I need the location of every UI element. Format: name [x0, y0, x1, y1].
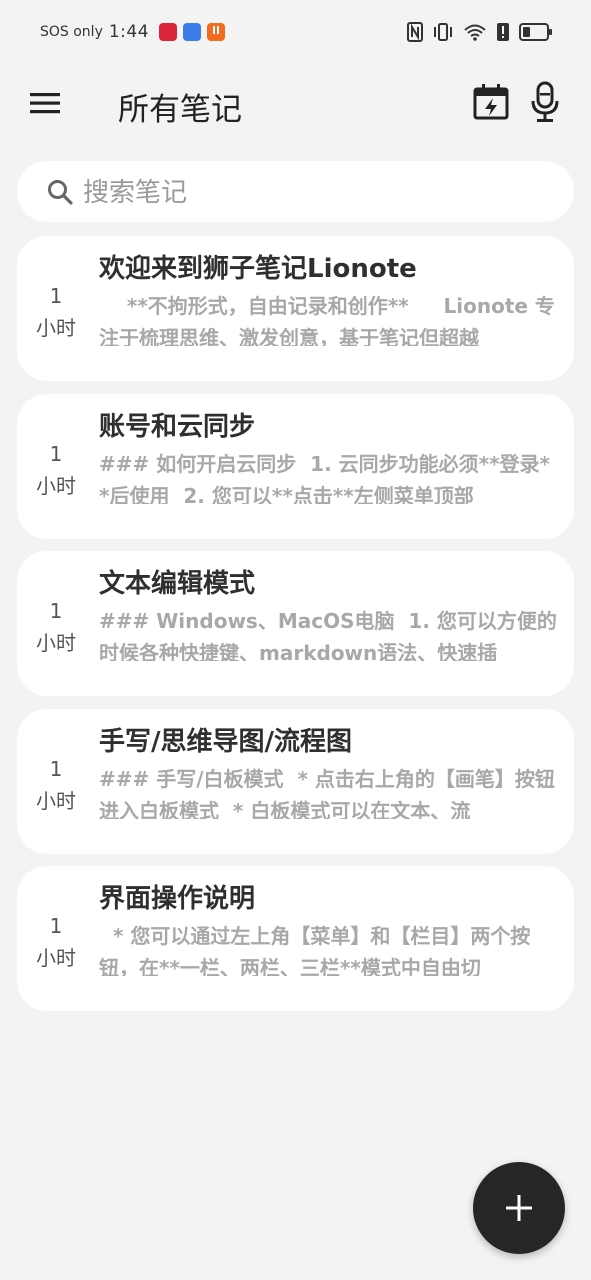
hamburger-icon [30, 93, 60, 114]
news-app-icon [159, 23, 178, 41]
search-icon [48, 180, 73, 205]
status-left: SOS only 1:44 [40, 22, 226, 42]
voice-input-button[interactable] [528, 80, 562, 124]
notes-app-icon [183, 23, 202, 41]
note-time-value: 1 [49, 757, 63, 781]
note-time-unit: 小时 [36, 946, 76, 970]
menu-button[interactable] [28, 88, 64, 118]
wifi-icon [464, 24, 486, 41]
note-preview: * 您可以通过左上角【菜单】和【栏目】两个按钮，在**一栏、两栏、三栏**模式中… [99, 924, 531, 976]
download-app-icon [207, 23, 226, 41]
note-card[interactable]: 1 小时 手写/思维导图/流程图 ### 手写/白板模式 * 点击右上角的【画笔… [17, 709, 574, 854]
note-title: 欢迎来到狮子笔记Lionote [99, 254, 417, 284]
note-time-value: 1 [49, 599, 63, 623]
note-time-value: 1 [49, 442, 63, 466]
note-card[interactable]: 1 小时 界面操作说明 * 您可以通过左上角【菜单】和【栏目】两个按钮，在**一… [17, 866, 574, 1011]
note-time-unit: 小时 [36, 474, 76, 498]
page-title: 所有笔记 [118, 92, 242, 128]
note-time: 1 小时 [17, 753, 95, 817]
note-card[interactable]: 1 小时 文本编辑模式 ### Windows、MacOS电脑 1. 您可以方便… [17, 551, 574, 696]
note-time-value: 1 [49, 284, 63, 308]
add-note-button[interactable] [473, 1162, 565, 1254]
note-title: 手写/思维导图/流程图 [99, 727, 352, 757]
app-bar: 所有笔记 [0, 66, 591, 144]
note-preview: ### 手写/白板模式 * 点击右上角的【画笔】按钮进入白板模式 * 白板模式可… [99, 767, 555, 819]
note-time-unit: 小时 [36, 631, 76, 655]
vibrate-icon [434, 23, 452, 41]
note-card[interactable]: 1 小时 欢迎来到狮子笔记Lionote **不拘形式，自由记录和创作** Li… [17, 236, 574, 381]
note-time-unit: 小时 [36, 316, 76, 340]
battery-icon [519, 23, 552, 41]
note-time: 1 小时 [17, 438, 95, 502]
sos-text: SOS only [40, 24, 103, 40]
status-right [407, 22, 553, 42]
note-time: 1 小时 [17, 910, 95, 974]
note-time-unit: 小时 [36, 789, 76, 813]
note-time: 1 小时 [17, 280, 95, 344]
note-time-value: 1 [49, 914, 63, 938]
note-preview: ### Windows、MacOS电脑 1. 您可以方便的时候各种快捷键、mar… [99, 609, 557, 661]
note-time: 1 小时 [17, 595, 95, 659]
microphone-icon [531, 81, 559, 122]
note-preview: ### 如何开启云同步 1. 云同步功能必须**登录**后使用 2. 您可以**… [99, 452, 551, 504]
search-bar[interactable] [17, 161, 574, 222]
note-card[interactable]: 1 小时 账号和云同步 ### 如何开启云同步 1. 云同步功能必须**登录**… [17, 394, 574, 539]
search-input[interactable] [81, 169, 555, 216]
calendar-bolt-icon [473, 84, 509, 120]
note-title: 界面操作说明 [99, 884, 256, 914]
clock: 1:44 [108, 22, 150, 42]
alert-icon [497, 23, 509, 41]
nfc-icon [407, 22, 423, 42]
status-bar: SOS only 1:44 [0, 0, 591, 66]
note-preview: **不拘形式，自由记录和创作** Lionote 专注于梳理思维、激发创意，基于… [99, 294, 555, 346]
note-title: 账号和云同步 [99, 412, 256, 442]
plus-icon [506, 1195, 532, 1221]
note-title: 文本编辑模式 [99, 569, 256, 599]
quick-note-button[interactable] [472, 82, 510, 122]
